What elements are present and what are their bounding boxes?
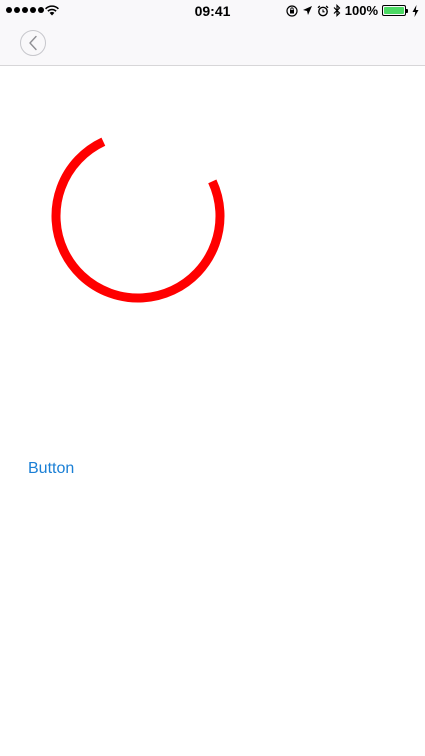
battery-percent: 100% [344,3,378,18]
spinner-arc [51,137,225,303]
main-button[interactable]: Button [28,460,74,478]
status-right-group: 100% [286,3,419,18]
orientation-lock-icon [286,4,298,17]
charging-icon [412,4,419,17]
navigation-bar [0,22,425,66]
status-bar: 09:41 100% [0,0,425,22]
alarm-icon [317,5,329,16]
loading-spinner [51,137,225,303]
chevron-left-icon [29,35,37,51]
back-button[interactable] [20,30,46,56]
screen: 09:41 100% Button [0,0,425,756]
bluetooth-icon [333,4,341,17]
battery-icon [382,5,408,16]
location-arrow-icon [302,6,312,15]
